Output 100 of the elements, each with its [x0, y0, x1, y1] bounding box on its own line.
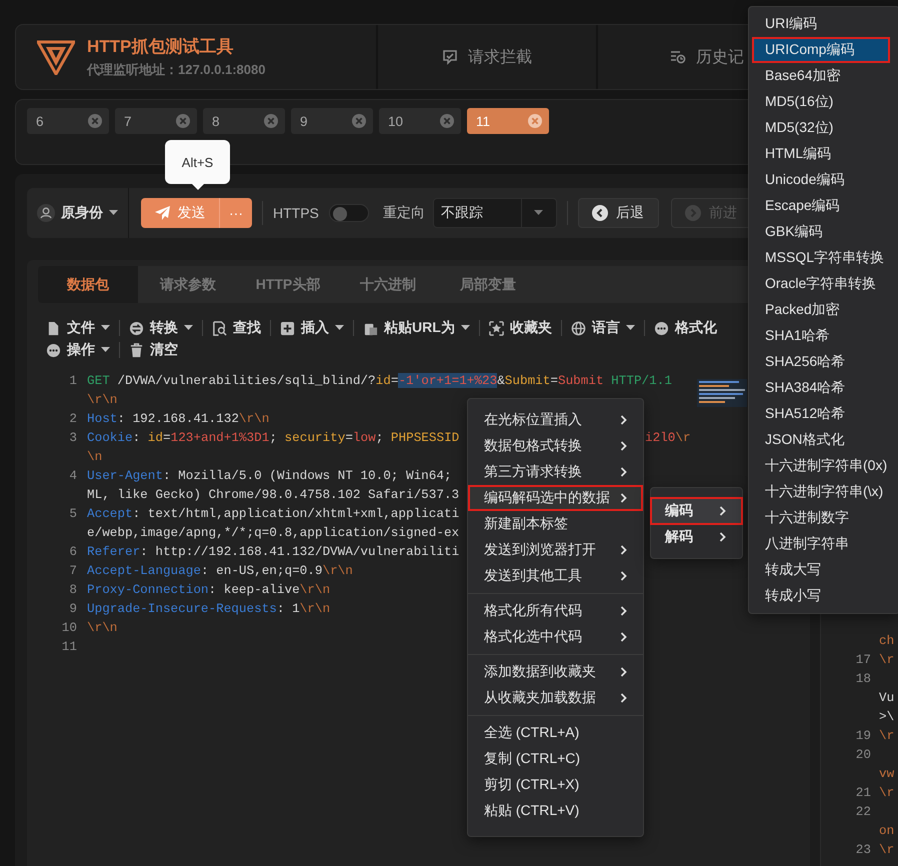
line-number: 22: [854, 803, 871, 821]
chevron-icon: [620, 632, 627, 642]
menu-item[interactable]: GBK编码: [749, 219, 898, 245]
caret-icon: [534, 210, 544, 216]
toolbar-action[interactable]: 格式化: [654, 319, 717, 337]
menu-item[interactable]: SHA1哈希: [749, 323, 898, 349]
menu-item[interactable]: 发送到浏览器打开: [468, 537, 643, 563]
toolbar-action[interactable]: 操作: [46, 341, 110, 359]
chevron-icon: [719, 532, 726, 542]
menu-item[interactable]: 在光标位置插入: [468, 407, 643, 433]
menu-item[interactable]: 添加数据到收藏夹: [468, 659, 643, 685]
menu-item[interactable]: 转成小写: [749, 583, 898, 609]
menu-item[interactable]: 格式化选中代码: [468, 624, 643, 650]
menu-item[interactable]: 转成大写: [749, 557, 898, 583]
menu-item[interactable]: Escape编码: [749, 193, 898, 219]
menu-item[interactable]: 八进制字符串: [749, 531, 898, 557]
toolbar-action[interactable]: 查找: [212, 319, 261, 337]
code-line: i2l0\r: [645, 429, 691, 447]
back-button[interactable]: 后退: [578, 198, 659, 228]
menu-item[interactable]: HTML编码: [749, 141, 898, 167]
menu-item[interactable]: 第三方请求转换: [468, 459, 643, 485]
menu-item[interactable]: 十六进制字符串(\x): [749, 479, 898, 505]
close-icon[interactable]: [352, 114, 366, 128]
chevron-icon: [620, 493, 627, 503]
message-icon: [442, 49, 458, 65]
menu-item[interactable]: 粘贴 (CTRL+V): [468, 798, 643, 824]
menu-item[interactable]: JSON格式化: [749, 427, 898, 453]
menu-item[interactable]: 新建副本标签: [468, 511, 643, 537]
menu-item[interactable]: 数据包格式转换: [468, 433, 643, 459]
request-tab[interactable]: 7: [115, 108, 197, 134]
caret-icon: [184, 325, 193, 331]
line-number: 23: [854, 841, 871, 859]
globe-icon: [570, 320, 586, 336]
toolbar-action[interactable]: 粘贴URL为: [363, 319, 470, 337]
code-line: ch: [879, 632, 894, 650]
app-title: HTTP抓包测试工具: [87, 36, 234, 58]
menu-item[interactable]: Packed加密: [749, 297, 898, 323]
menu-item[interactable]: 复制 (CTRL+C): [468, 746, 643, 772]
nav-tab[interactable]: 请求拦截: [378, 25, 598, 89]
menu-item[interactable]: MSSQL字符串转换: [749, 245, 898, 271]
menu-item[interactable]: SHA384哈希: [749, 375, 898, 401]
request-tab[interactable]: 9: [291, 108, 373, 134]
line-number: 18: [854, 670, 871, 688]
close-icon[interactable]: [176, 114, 190, 128]
dots-icon: [46, 342, 61, 358]
line-number: 5: [68, 505, 77, 523]
menu-item[interactable]: SHA256哈希: [749, 349, 898, 375]
menu-item[interactable]: 十六进制字符串(0x): [749, 453, 898, 479]
toolbar-action[interactable]: 文件: [46, 319, 110, 337]
close-icon[interactable]: [88, 114, 102, 128]
logo-icon: [37, 39, 75, 75]
user-icon: [37, 204, 55, 222]
toolbar-action[interactable]: 收藏夹: [488, 319, 552, 337]
menu-item[interactable]: 剪切 (CTRL+X): [468, 772, 643, 798]
menu-item[interactable]: 编码解码选中的数据: [468, 485, 643, 511]
toolbar-action[interactable]: 语言: [570, 319, 635, 337]
redirect-select[interactable]: 不跟踪: [432, 198, 557, 228]
menu-item[interactable]: 发送到其他工具: [468, 563, 643, 589]
shortcut-tooltip: Alt+S: [165, 140, 230, 190]
line-number: 6: [68, 543, 77, 561]
chevron-icon: [620, 441, 627, 451]
close-icon[interactable]: [528, 114, 542, 128]
identity-dropdown[interactable]: 原身份: [37, 204, 118, 222]
code-line: \r\n: [87, 392, 118, 407]
toolbar-action[interactable]: 清空: [129, 341, 178, 359]
menu-item[interactable]: SHA512哈希: [749, 401, 898, 427]
code-line: \r: [879, 651, 894, 669]
caret-icon: [109, 210, 118, 216]
line-number: 20: [854, 746, 871, 764]
code-line: Accept: text/html,application/xhtml+xml,applicati: [87, 506, 460, 521]
request-tab[interactable]: 6: [27, 108, 109, 134]
dots-icon: [654, 320, 669, 336]
request-tab[interactable]: 10: [379, 108, 461, 134]
chevron-icon: [620, 415, 627, 425]
caret-icon: [460, 325, 470, 331]
menu-item[interactable]: 全选 (CTRL+A): [468, 720, 643, 746]
menu-item[interactable]: Oracle字符串转换: [749, 271, 898, 297]
close-icon[interactable]: [440, 114, 454, 128]
menu-item[interactable]: 编码: [651, 498, 742, 524]
menu-item[interactable]: URIComp编码: [752, 37, 890, 63]
https-toggle[interactable]: [328, 204, 369, 222]
code-line: \n: [87, 449, 102, 464]
chevron-icon: [620, 667, 627, 677]
menu-item[interactable]: 解码: [651, 524, 742, 550]
menu-item[interactable]: 格式化所有代码: [468, 598, 643, 624]
menu-item[interactable]: 从收藏夹加载数据: [468, 685, 643, 711]
line-number: 2: [68, 410, 77, 428]
line-number: 21: [854, 784, 871, 802]
code-line: e/webp,image/apng,*/*;q=0.8,application/signed-ex: [87, 525, 460, 540]
close-icon[interactable]: [264, 114, 278, 128]
menu-item[interactable]: 十六进制数字: [749, 505, 898, 531]
menu-item[interactable]: MD5(16位): [749, 89, 898, 115]
toolbar-action[interactable]: 转换: [129, 319, 193, 337]
menu-item[interactable]: MD5(32位): [749, 115, 898, 141]
menu-item[interactable]: Unicode编码: [749, 167, 898, 193]
code-line: Proxy-Connection: keep-alive\r\n: [87, 582, 330, 597]
line-number: 8: [68, 581, 77, 599]
toolbar-action[interactable]: 插入: [280, 319, 344, 337]
editor-tab[interactable]: 数据包: [38, 266, 138, 303]
request-tab[interactable]: 8: [203, 108, 285, 134]
